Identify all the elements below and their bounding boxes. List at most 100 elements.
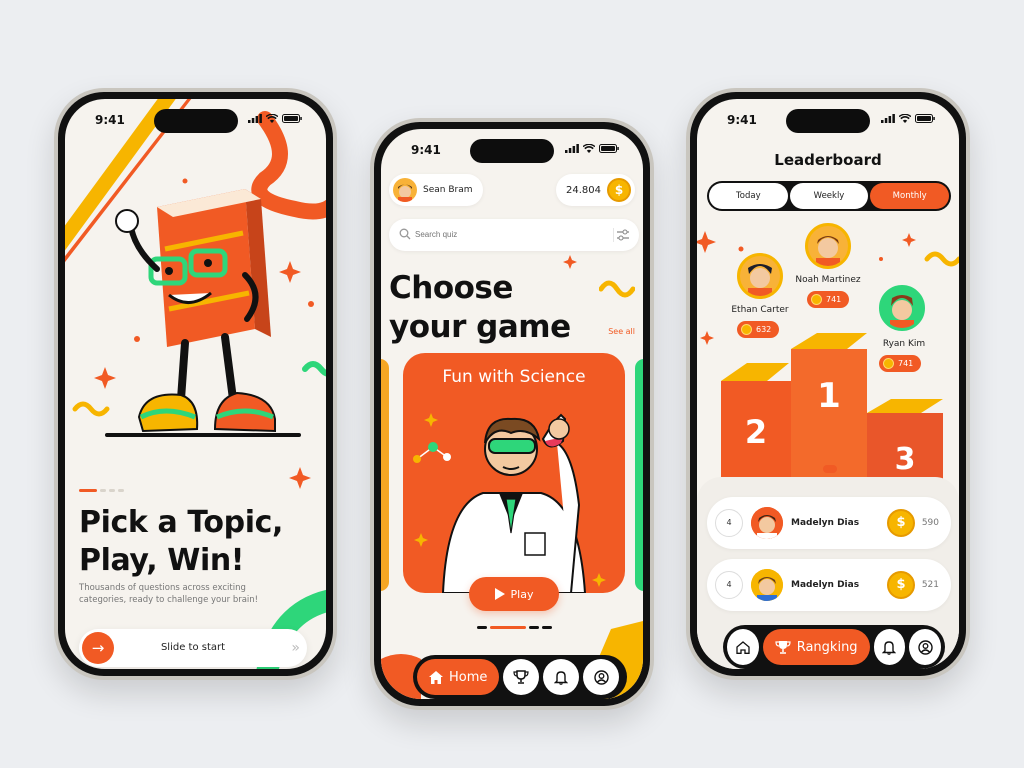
onboarding-screen: 9:41 Pick a Topic, Play, Win! Thousands … <box>65 99 326 669</box>
nav-home[interactable]: Home <box>417 659 500 695</box>
nav-profile[interactable] <box>909 629 941 665</box>
game-card-science[interactable]: Fun with Science <box>403 353 625 593</box>
podium-avatar-3[interactable] <box>879 285 925 331</box>
headline-line-2: Play, Win! <box>79 543 245 578</box>
headline-line-1: Pick a Topic, <box>79 505 283 540</box>
next-card-peek[interactable] <box>635 359 643 591</box>
podium-rank-1: 1 <box>817 376 841 416</box>
scientist-illustration <box>413 413 606 593</box>
status-time: 9:41 <box>95 113 125 127</box>
bell-icon <box>882 640 897 655</box>
prev-card-peek[interactable] <box>381 359 389 591</box>
orange-ribbon <box>251 111 326 220</box>
profile-icon <box>917 639 933 655</box>
phone-onboarding: 9:41 Pick a Topic, Play, Win! Thousands … <box>54 88 337 680</box>
coin-icon <box>811 294 822 305</box>
avatar <box>751 569 783 601</box>
book-mascot <box>105 189 301 437</box>
tab-weekly[interactable]: Weekly <box>789 183 869 209</box>
phone-leaderboard: 9:41 Leaderboard Today Weekly Monthly No… <box>686 88 970 680</box>
player-score: 521 <box>921 580 939 590</box>
podium-avatar-2[interactable] <box>737 253 783 299</box>
player-name: Madelyn Dias <box>791 518 860 528</box>
user-name: Sean Bram <box>423 185 473 195</box>
battery-icon <box>282 114 302 123</box>
search-input[interactable] <box>415 219 595 251</box>
search-icon <box>399 228 411 240</box>
coin-balance: 24.804 <box>566 184 601 196</box>
score-value: 741 <box>826 295 842 304</box>
play-icon <box>494 588 505 600</box>
choose-game-headline: Choose your game <box>389 269 571 347</box>
player-score: 590 <box>921 518 939 528</box>
status-icons <box>881 114 935 123</box>
list-item[interactable]: 4 Madelyn Dias $ 590 <box>707 497 951 549</box>
signal-icon <box>881 114 895 123</box>
podium-score-1: 741 <box>807 291 850 308</box>
coin-balance-chip[interactable]: 24.804 $ <box>556 174 635 206</box>
podium-name-2: Ethan Carter <box>731 305 789 315</box>
double-chevron-icon: » <box>291 640 299 656</box>
phone-choose-game: 9:41 Sean Bram 24.804 $ Search quiz Choo… <box>370 118 654 710</box>
signal-icon <box>565 144 579 153</box>
rank-number: 4 <box>715 571 743 599</box>
slide-knob-arrow-icon[interactable]: → <box>82 632 114 664</box>
bell-icon <box>554 670 569 685</box>
nav-leaderboard[interactable] <box>503 659 540 695</box>
phone-bezel: 9:41 Leaderboard Today Weekly Monthly No… <box>690 92 966 676</box>
leaderboard-screen: 9:41 Leaderboard Today Weekly Monthly No… <box>697 99 959 669</box>
dynamic-island <box>153 109 238 133</box>
phone-bezel: 9:41 Sean Bram 24.804 $ Search quiz Choo… <box>374 122 650 706</box>
home-icon <box>429 670 443 684</box>
nav-home[interactable] <box>727 629 759 665</box>
search-bar[interactable] <box>389 219 639 251</box>
podium-rank-2: 2 <box>745 413 767 451</box>
trophy-icon <box>513 670 529 684</box>
sparkle-icon <box>563 255 577 269</box>
dynamic-island <box>470 139 554 163</box>
status-icons <box>248 114 302 123</box>
nav-profile[interactable] <box>583 659 620 695</box>
dynamic-island <box>786 109 870 133</box>
trophy-icon <box>775 641 791 654</box>
wifi-icon <box>899 114 911 123</box>
user-profile-chip[interactable]: Sean Bram <box>389 174 483 206</box>
filter-icon[interactable] <box>613 228 629 242</box>
nav-notifications[interactable] <box>873 629 906 665</box>
headline-line-2: your game <box>389 309 571 345</box>
avatar <box>751 507 783 539</box>
play-button[interactable]: Play <box>469 577 559 611</box>
rank-number: 4 <box>715 509 743 537</box>
play-label: Play <box>510 587 534 601</box>
game-card-title: Fun with Science <box>442 367 586 387</box>
drag-handle[interactable] <box>823 465 837 473</box>
nav-notifications[interactable] <box>543 659 580 695</box>
phone-bezel: 9:41 Pick a Topic, Play, Win! Thousands … <box>58 92 333 676</box>
list-item[interactable]: 4 Madelyn Dias $ 521 <box>707 559 951 611</box>
pager-dot <box>100 489 106 492</box>
podium-rank-3: 3 <box>895 442 916 477</box>
molecule-icon <box>413 442 451 463</box>
see-all-link[interactable]: See all <box>608 327 635 336</box>
green-squiggle <box>302 361 326 377</box>
nav-ranking[interactable]: Rangking <box>762 629 870 665</box>
coin-icon: $ <box>887 571 915 599</box>
nav-home-label: Home <box>449 669 488 685</box>
yellow-squiggle <box>72 401 110 417</box>
pager-dot <box>109 489 115 492</box>
tab-today[interactable]: Today <box>709 183 788 209</box>
wifi-icon <box>266 114 278 123</box>
onboarding-headline: Pick a Topic, Play, Win! <box>79 504 283 580</box>
tab-monthly[interactable]: Monthly <box>870 183 950 209</box>
podium: 2 1 3 <box>721 333 943 487</box>
onboarding-pager <box>79 489 124 492</box>
coin-icon: $ <box>607 178 631 202</box>
podium-avatar-1[interactable] <box>805 223 851 269</box>
wifi-icon <box>583 144 595 153</box>
choose-game-screen: 9:41 Sean Bram 24.804 $ Search quiz Choo… <box>381 129 643 699</box>
player-name: Madelyn Dias <box>791 580 860 590</box>
pager-dot <box>118 489 124 492</box>
nav-ranking-label: Rangking <box>796 639 858 655</box>
avatar <box>393 178 417 202</box>
slide-to-start[interactable]: Slide to start → » <box>79 629 307 667</box>
